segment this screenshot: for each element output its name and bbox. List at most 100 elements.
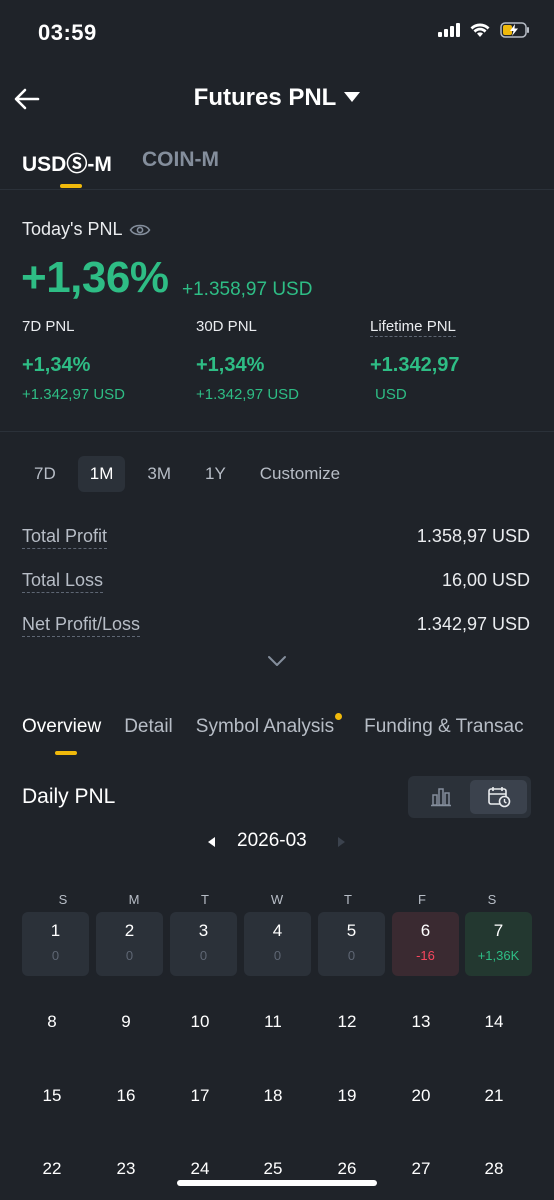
calendar-day-cell[interactable]: 3 0 bbox=[170, 912, 237, 976]
calendar-day[interactable]: 27 bbox=[386, 1159, 456, 1179]
eye-icon[interactable] bbox=[129, 222, 151, 238]
wifi-icon bbox=[470, 22, 490, 37]
next-month-icon[interactable] bbox=[338, 837, 345, 847]
today-pnl-label: Today's PNL bbox=[22, 219, 123, 239]
tab-coin-m[interactable]: COIN-M bbox=[142, 148, 219, 172]
calendar-day[interactable]: 17 bbox=[165, 1086, 235, 1106]
divider bbox=[0, 431, 554, 432]
calendar-day[interactable]: 28 bbox=[459, 1159, 529, 1179]
month-label: 2026-03 bbox=[237, 830, 307, 851]
calendar-day[interactable]: 25 bbox=[238, 1159, 308, 1179]
day-pnl: 0 bbox=[273, 948, 282, 963]
calendar-day-cell-loss[interactable]: 6 -16 bbox=[392, 912, 459, 976]
tab-symbol-analysis[interactable]: Symbol Analysis bbox=[196, 713, 343, 738]
calendar-day-cell[interactable]: 1 0 bbox=[22, 912, 89, 976]
calendar-day[interactable]: 23 bbox=[91, 1159, 161, 1179]
summary-7d-label: 7D PNL bbox=[22, 318, 75, 335]
calendar-day[interactable]: 19 bbox=[312, 1086, 382, 1106]
day-number: 4 bbox=[272, 921, 283, 940]
weekday-thu: T bbox=[344, 892, 352, 907]
summary-30d-usd: +1.342,97 USD bbox=[196, 386, 299, 403]
weekday-mon: M bbox=[128, 892, 140, 907]
day-number: 5 bbox=[346, 921, 357, 940]
notification-dot bbox=[335, 713, 343, 720]
period-1y[interactable]: 1Y bbox=[193, 456, 238, 492]
weekday-sat: S bbox=[487, 892, 497, 907]
calendar-day[interactable]: 12 bbox=[312, 1012, 382, 1032]
section-tab-indicator bbox=[55, 751, 77, 755]
calendar-day-cell[interactable]: 5 0 bbox=[318, 912, 385, 976]
page-title[interactable]: Futures PNL bbox=[0, 84, 554, 112]
today-pnl-header: Today's PNL bbox=[22, 219, 151, 240]
day-pnl: +1,36K bbox=[477, 948, 520, 963]
day-number: 7 bbox=[493, 921, 504, 940]
total-profit-value: 1.358,97 USD bbox=[416, 526, 530, 546]
total-profit-row: Total Profit 1.358,97 USD bbox=[22, 526, 530, 549]
period-customize[interactable]: Customize bbox=[248, 456, 352, 492]
calendar-day-cell[interactable]: 2 0 bbox=[96, 912, 163, 976]
weekday-wed: W bbox=[270, 892, 284, 907]
status-icons bbox=[438, 22, 530, 38]
view-toggle bbox=[408, 776, 531, 818]
period-selector: 7D 1M 3M 1Y Customize bbox=[22, 456, 352, 492]
day-number: 1 bbox=[50, 921, 61, 940]
calendar-day[interactable]: 9 bbox=[91, 1012, 161, 1032]
summary-7d-usd: +1.342,97 USD bbox=[22, 386, 125, 403]
home-indicator[interactable] bbox=[177, 1180, 377, 1186]
total-loss-row: Total Loss 16,00 USD bbox=[22, 570, 530, 593]
total-profit-label[interactable]: Total Profit bbox=[22, 526, 108, 549]
tab-overview[interactable]: Overview bbox=[22, 716, 101, 738]
chevron-down-icon[interactable] bbox=[267, 655, 287, 667]
day-number: 6 bbox=[420, 921, 431, 940]
bar-chart-icon bbox=[430, 788, 451, 807]
today-pnl-usd: +1.358,97 USD bbox=[182, 279, 313, 300]
total-loss-value: 16,00 USD bbox=[441, 570, 530, 590]
summary-lifetime-usd: USD bbox=[375, 386, 407, 403]
calendar-view-button[interactable] bbox=[470, 780, 527, 814]
calendar-day[interactable]: 11 bbox=[238, 1012, 308, 1032]
calendar-clock-icon bbox=[487, 787, 510, 808]
period-3m[interactable]: 3M bbox=[135, 456, 183, 492]
calendar-day-cell[interactable]: 4 0 bbox=[244, 912, 311, 976]
calendar-day[interactable]: 14 bbox=[459, 1012, 529, 1032]
calendar-day[interactable]: 10 bbox=[165, 1012, 235, 1032]
calendar-day[interactable]: 16 bbox=[91, 1086, 161, 1106]
section-tabs: Overview Detail Symbol Analysis Funding … bbox=[22, 713, 524, 738]
net-pnl-label[interactable]: Net Profit/Loss bbox=[22, 614, 141, 637]
prev-month-icon[interactable] bbox=[208, 837, 215, 847]
weekday-sun: S bbox=[58, 892, 68, 907]
divider bbox=[0, 189, 554, 190]
tab-usds-m[interactable]: USDⓈ-M bbox=[22, 148, 112, 178]
calendar-day[interactable]: 20 bbox=[386, 1086, 456, 1106]
battery-charging-icon bbox=[500, 22, 529, 38]
tab-detail[interactable]: Detail bbox=[124, 716, 173, 738]
day-pnl: 0 bbox=[51, 948, 60, 963]
weekday-fri: F bbox=[418, 892, 426, 907]
calendar-day-cell-profit[interactable]: 7 +1,36K bbox=[465, 912, 532, 976]
signal-icon bbox=[438, 23, 460, 37]
day-number: 2 bbox=[124, 921, 135, 940]
period-7d[interactable]: 7D bbox=[22, 456, 68, 492]
tab-funding-transactions[interactable]: Funding & Transac bbox=[364, 716, 523, 738]
today-pnl-percent: +1,36% bbox=[21, 253, 169, 302]
caret-down-icon bbox=[344, 91, 361, 102]
day-pnl: 0 bbox=[347, 948, 356, 963]
daily-pnl-title: Daily PNL bbox=[22, 785, 116, 808]
page-title-label: Futures PNL bbox=[193, 84, 337, 111]
calendar-day[interactable]: 21 bbox=[459, 1086, 529, 1106]
summary-lifetime-label[interactable]: Lifetime PNL bbox=[370, 318, 456, 337]
calendar-day[interactable]: 24 bbox=[165, 1159, 235, 1179]
calendar-day[interactable]: 18 bbox=[238, 1086, 308, 1106]
day-pnl: 0 bbox=[125, 948, 134, 963]
calendar-day[interactable]: 26 bbox=[312, 1159, 382, 1179]
net-pnl-row: Net Profit/Loss 1.342,97 USD bbox=[22, 614, 530, 637]
calendar-day[interactable]: 22 bbox=[17, 1159, 87, 1179]
chart-view-button[interactable] bbox=[412, 780, 469, 814]
calendar-day[interactable]: 13 bbox=[386, 1012, 456, 1032]
summary-lifetime-value: +1.342,97 bbox=[370, 354, 460, 376]
period-1m[interactable]: 1M bbox=[77, 456, 126, 492]
day-pnl: 0 bbox=[199, 948, 208, 963]
calendar-day[interactable]: 8 bbox=[17, 1012, 87, 1032]
calendar-day[interactable]: 15 bbox=[17, 1086, 87, 1106]
total-loss-label[interactable]: Total Loss bbox=[22, 570, 104, 593]
